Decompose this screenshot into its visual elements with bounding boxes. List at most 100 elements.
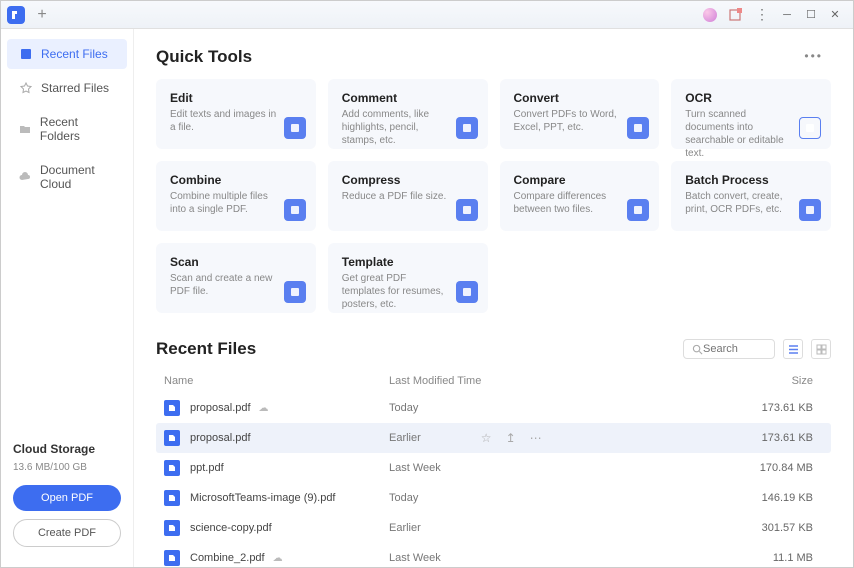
file-name: ppt.pdf bbox=[190, 462, 224, 474]
tool-card-scan[interactable]: Scan Scan and create a new PDF file. bbox=[156, 243, 316, 313]
pdf-file-icon bbox=[164, 550, 180, 566]
file-row[interactable]: Combine_2.pdf ☁ Last Week 11.1 MB bbox=[156, 543, 831, 567]
file-row[interactable]: ppt.pdf Last Week 170.84 MB bbox=[156, 453, 831, 483]
file-modified: Earlier bbox=[389, 522, 421, 534]
notification-icon[interactable] bbox=[725, 4, 747, 26]
file-size: 173.61 KB bbox=[599, 402, 823, 414]
tool-desc: Batch convert, create, print, OCR PDFs, … bbox=[685, 190, 795, 216]
minimize-button[interactable]: ─ bbox=[775, 5, 799, 25]
tool-desc: Scan and create a new PDF file. bbox=[170, 272, 280, 298]
sidebar-item-starred-files[interactable]: Starred Files bbox=[7, 73, 127, 103]
compress-icon bbox=[456, 199, 478, 221]
folder-icon bbox=[19, 122, 32, 136]
file-size: 173.61 KB bbox=[599, 432, 823, 444]
sidebar: Recent Files Starred Files Recent Folder… bbox=[1, 29, 134, 567]
col-name: Name bbox=[164, 375, 389, 387]
recent-files-icon bbox=[19, 47, 33, 61]
tool-title: Compress bbox=[342, 173, 474, 187]
tool-title: Compare bbox=[514, 173, 646, 187]
combine-icon bbox=[284, 199, 306, 221]
tool-desc: Compare differences between two files. bbox=[514, 190, 624, 216]
file-modified: Last Week bbox=[389, 462, 441, 474]
tool-title: Template bbox=[342, 255, 474, 269]
new-tab-button[interactable]: + bbox=[33, 6, 51, 24]
sidebar-item-label: Recent Folders bbox=[40, 115, 115, 143]
file-row[interactable]: science-copy.pdfEarlier301.57 KB bbox=[156, 513, 831, 543]
file-size: 301.57 KB bbox=[599, 522, 823, 534]
tool-card-comment[interactable]: CommentAdd comments, like highlights, pe… bbox=[328, 79, 488, 149]
file-modified: Today bbox=[389, 402, 418, 414]
pdf-file-icon bbox=[164, 520, 180, 536]
tool-card-compare[interactable]: Compare Compare differences between two f… bbox=[500, 161, 660, 231]
file-modified: Last Week bbox=[389, 552, 441, 564]
tool-card-convert[interactable]: Convert Convert PDFs to Word, Excel, PPT,… bbox=[500, 79, 660, 149]
tool-card-compress[interactable]: Compress Reduce a PDF file size. bbox=[328, 161, 488, 231]
more-icon[interactable]: ⋯ bbox=[530, 431, 542, 445]
tool-card-ocr[interactable]: OCRTurn scanned documents into searchabl… bbox=[671, 79, 831, 149]
sidebar-item-document-cloud[interactable]: Document Cloud bbox=[7, 155, 127, 199]
maximize-button[interactable]: ☐ bbox=[799, 5, 823, 25]
pdf-file-icon bbox=[164, 460, 180, 476]
table-header: Name Last Modified Time Size bbox=[156, 369, 831, 393]
cloud-storage-title: Cloud Storage bbox=[13, 442, 121, 456]
search-box[interactable] bbox=[683, 339, 775, 359]
sidebar-item-label: Recent Files bbox=[41, 47, 108, 61]
list-view-button[interactable] bbox=[783, 339, 803, 359]
close-button[interactable]: ✕ bbox=[823, 5, 847, 25]
cloud-sync-icon: ☁ bbox=[273, 553, 283, 564]
search-icon bbox=[692, 344, 703, 355]
sidebar-item-recent-files[interactable]: Recent Files bbox=[7, 39, 127, 69]
tool-desc: Combine multiple files into a single PDF… bbox=[170, 190, 280, 216]
pdf-file-icon bbox=[164, 400, 180, 416]
open-pdf-button[interactable]: Open PDF bbox=[13, 485, 121, 511]
file-size: 170.84 MB bbox=[599, 462, 823, 474]
file-row[interactable]: MicrosoftTeams-image (9).pdfToday146.19 … bbox=[156, 483, 831, 513]
file-row[interactable]: proposal.pdf☁Today173.61 KB bbox=[156, 393, 831, 423]
file-list: proposal.pdf☁Today173.61 KBproposal.pdfE… bbox=[156, 393, 831, 567]
star-icon[interactable]: ☆ bbox=[481, 431, 492, 445]
account-orb-icon[interactable] bbox=[699, 4, 721, 26]
quick-tools-title: Quick Tools bbox=[156, 47, 831, 67]
search-input[interactable] bbox=[703, 343, 763, 355]
ocr-icon bbox=[799, 117, 821, 139]
create-pdf-button[interactable]: Create PDF bbox=[13, 519, 121, 547]
convert-icon bbox=[627, 117, 649, 139]
pdf-file-icon bbox=[164, 490, 180, 506]
tool-desc: Convert PDFs to Word, Excel, PPT, etc. bbox=[514, 108, 624, 134]
tool-desc: Reduce a PDF file size. bbox=[342, 190, 452, 203]
tool-title: Scan bbox=[170, 255, 302, 269]
upload-icon[interactable]: ↥ bbox=[506, 431, 516, 445]
file-size: 11.1 MB bbox=[599, 552, 823, 564]
app-logo bbox=[7, 6, 25, 24]
tool-card-edit[interactable]: EditEdit texts and images in a file. bbox=[156, 79, 316, 149]
cloud-storage-usage: 13.6 MB/100 GB bbox=[13, 462, 121, 473]
comment-icon bbox=[456, 117, 478, 139]
file-size: 146.19 KB bbox=[599, 492, 823, 504]
tool-title: Batch Process bbox=[685, 173, 817, 187]
file-row[interactable]: proposal.pdfEarlier☆↥⋯173.61 KB bbox=[156, 423, 831, 453]
tool-desc: Get great PDF templates for resumes, pos… bbox=[342, 272, 452, 311]
tool-card-template[interactable]: Template Get great PDF templates for resu… bbox=[328, 243, 488, 313]
tool-card-combine[interactable]: CombineCombine multiple files into a sin… bbox=[156, 161, 316, 231]
star-icon bbox=[19, 81, 33, 95]
tool-title: OCR bbox=[685, 91, 817, 105]
file-name: MicrosoftTeams-image (9).pdf bbox=[190, 492, 336, 504]
tool-card-batch-process[interactable]: Batch Process Batch convert, create, prin… bbox=[671, 161, 831, 231]
tool-desc: Add comments, like highlights, pencil, s… bbox=[342, 108, 452, 147]
col-size: Size bbox=[599, 375, 823, 387]
file-name: Combine_2.pdf bbox=[190, 552, 265, 564]
sidebar-item-recent-folders[interactable]: Recent Folders bbox=[7, 107, 127, 151]
grid-view-button[interactable] bbox=[811, 339, 831, 359]
menu-icon[interactable]: ⋮ bbox=[751, 4, 773, 26]
tool-desc: Turn scanned documents into searchable o… bbox=[685, 108, 795, 160]
pdf-file-icon bbox=[164, 430, 180, 446]
more-options-icon[interactable]: ••• bbox=[804, 49, 823, 63]
template-icon bbox=[456, 281, 478, 303]
col-modified: Last Modified Time bbox=[389, 375, 599, 387]
titlebar: + ⋮ ─ ☐ ✕ bbox=[1, 1, 853, 29]
tool-title: Convert bbox=[514, 91, 646, 105]
compare-icon bbox=[627, 199, 649, 221]
cloud-icon bbox=[19, 170, 32, 184]
file-name: proposal.pdf bbox=[190, 432, 251, 444]
sidebar-item-label: Starred Files bbox=[41, 81, 109, 95]
